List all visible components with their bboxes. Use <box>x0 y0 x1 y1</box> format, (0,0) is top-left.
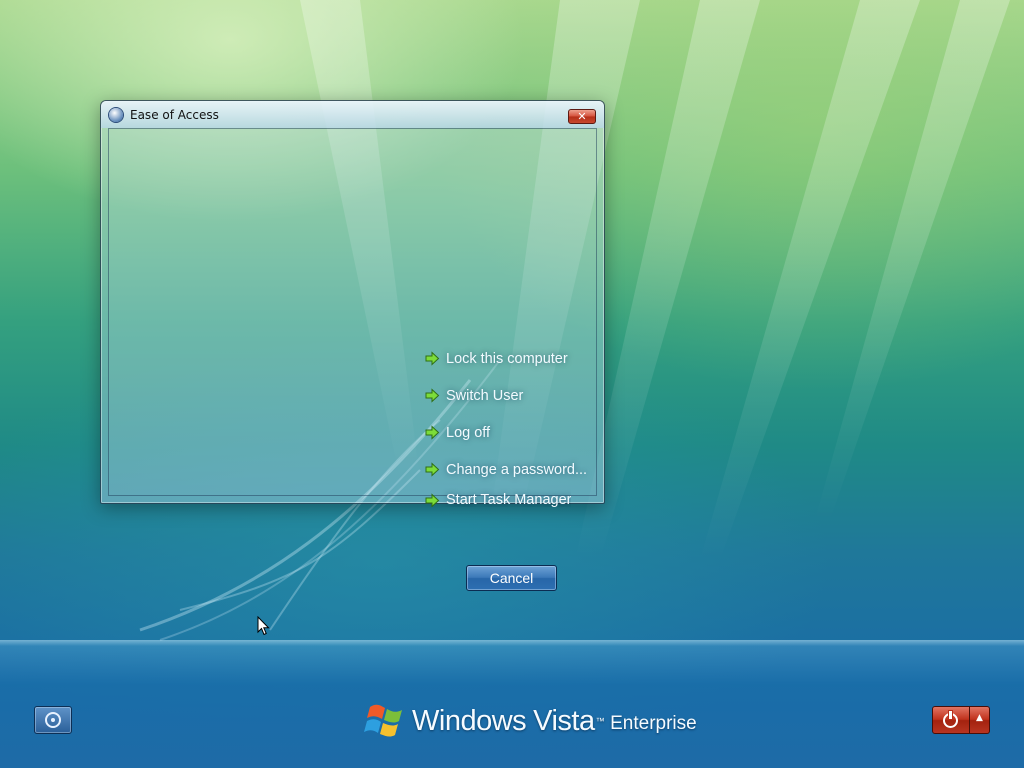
dialog-title: Ease of Access <box>130 108 219 122</box>
windows-flag-logo <box>364 704 402 737</box>
green-arrow-icon <box>425 425 440 440</box>
close-button[interactable]: ✕ <box>568 109 596 124</box>
brand-trademark: ™ <box>595 716 605 726</box>
power-controls: ▲ <box>932 706 990 734</box>
windows-vista-branding: Windows Vista™ Enterprise <box>364 697 697 741</box>
menu-item-lock-computer[interactable]: Lock this computer <box>425 340 625 377</box>
dialog-titlebar[interactable]: Ease of Access ✕ <box>101 101 604 128</box>
green-arrow-icon <box>425 351 440 366</box>
cancel-button[interactable]: Cancel <box>466 565 557 591</box>
security-options-menu: Lock this computer Switch User Log off C… <box>425 340 625 507</box>
menu-item-log-off[interactable]: Log off <box>425 414 625 451</box>
green-arrow-icon <box>425 462 440 477</box>
ease-of-access-icon <box>109 108 123 122</box>
green-arrow-icon <box>425 492 440 507</box>
menu-item-label: Start Task Manager <box>446 492 572 507</box>
menu-item-switch-user[interactable]: Switch User <box>425 377 625 414</box>
menu-item-label: Lock this computer <box>446 350 568 367</box>
menu-item-label: Change a password... <box>446 461 588 478</box>
mouse-cursor-icon <box>257 616 270 636</box>
menu-item-label: Log off <box>446 424 491 441</box>
power-button[interactable] <box>932 706 970 734</box>
brand-windows-text: Windows <box>412 705 527 737</box>
menu-item-change-password[interactable]: Change a password... <box>425 451 625 488</box>
green-arrow-icon <box>425 388 440 403</box>
ease-of-access-icon <box>45 712 61 728</box>
power-options-button[interactable]: ▲ <box>970 706 990 734</box>
ease-of-access-button[interactable] <box>34 706 72 734</box>
menu-item-label: Switch User <box>446 387 524 404</box>
menu-item-start-task-manager[interactable]: Start Task Manager <box>425 488 571 507</box>
brand-vista-text: Vista <box>533 705 595 737</box>
power-icon <box>943 711 958 728</box>
brand-edition-text: Enterprise <box>610 713 697 734</box>
